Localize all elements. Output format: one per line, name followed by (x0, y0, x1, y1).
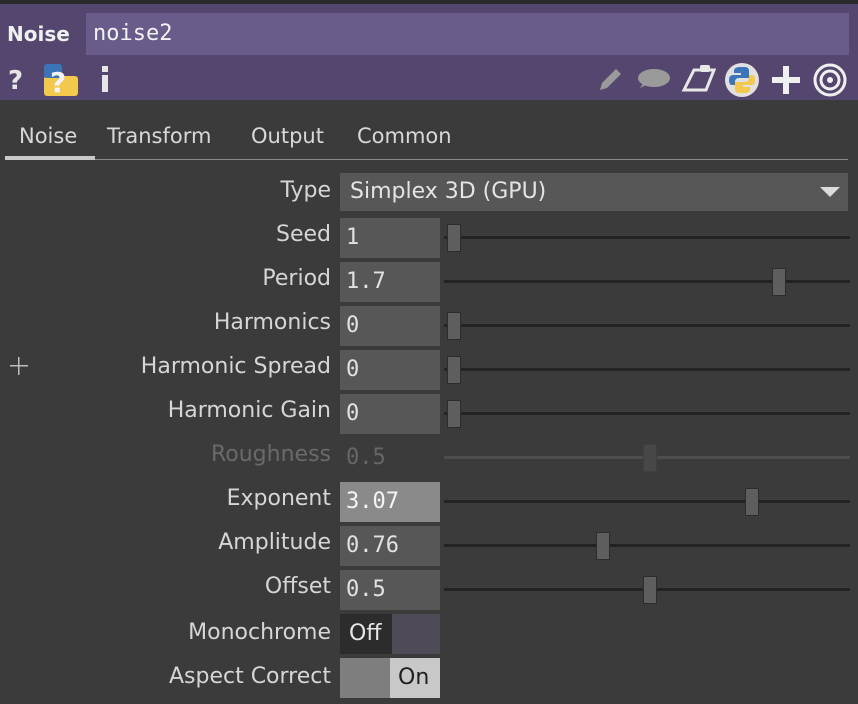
tab-noise[interactable]: Noise (19, 124, 77, 148)
param-amplitude-row: Amplitude 0.76 (0, 522, 858, 566)
param-period-row: Period 1.7 (0, 258, 858, 302)
exponent-field[interactable]: 3.07 (340, 482, 440, 522)
param-aspect-correct-row: Aspect Correct On (0, 656, 858, 700)
monochrome-toggle-knob (392, 614, 440, 654)
roughness-field: 0.5 (340, 438, 440, 478)
param-harmonic-spread-label: Harmonic Spread (140, 354, 331, 379)
harmonic-spread-field[interactable]: 0 (340, 350, 440, 390)
param-monochrome-row: Monochrome Off (0, 612, 858, 656)
type-dropdown-value: Simplex 3D (GPU) (350, 179, 547, 204)
exponent-slider-handle[interactable] (744, 488, 759, 516)
harmonic-gain-slider-track[interactable] (444, 412, 850, 415)
chevron-down-icon (820, 187, 840, 197)
harmonic-spread-slider-handle[interactable] (447, 356, 461, 384)
period-slider-handle[interactable] (772, 268, 787, 296)
param-harmonic-gain-row: Harmonic Gain 0 (0, 390, 858, 434)
tabs-divider (5, 159, 848, 160)
param-harmonic-spread-row: Harmonic Spread 0 (0, 346, 858, 390)
harmonic-spread-slider-track[interactable] (444, 368, 850, 371)
amplitude-field[interactable]: 0.76 (340, 526, 440, 566)
param-amplitude-label: Amplitude (218, 530, 331, 555)
harmonic-gain-field[interactable]: 0 (340, 394, 440, 434)
param-harmonics-label: Harmonics (213, 310, 331, 335)
monochrome-toggle-state: Off (340, 614, 392, 654)
period-slider-track[interactable] (444, 280, 850, 283)
param-harmonic-gain-label: Harmonic Gain (167, 398, 331, 423)
harmonic-gain-slider-handle[interactable] (447, 400, 461, 428)
param-aspect-correct-label: Aspect Correct (168, 664, 331, 689)
tab-common[interactable]: Common (357, 124, 452, 148)
roughness-slider-handle (643, 444, 657, 472)
offset-slider-handle[interactable] (643, 576, 657, 604)
aspect-correct-toggle[interactable]: On (340, 658, 440, 698)
seed-slider-handle[interactable] (447, 224, 461, 252)
operator-name-field[interactable]: noise2 (86, 13, 849, 55)
param-seed-label: Seed (276, 222, 331, 247)
param-type-label: Type (280, 178, 331, 203)
seed-field[interactable]: 1 (340, 218, 440, 258)
type-dropdown[interactable]: Simplex 3D (GPU) (340, 173, 848, 211)
param-offset-row: Offset 0.5 (0, 566, 858, 610)
aspect-correct-toggle-knob (340, 658, 390, 698)
amplitude-slider-handle[interactable] (595, 532, 610, 560)
pencil-icon[interactable] (596, 66, 624, 94)
exponent-slider-track[interactable] (444, 500, 850, 503)
period-field[interactable]: 1.7 (340, 262, 440, 302)
help-icon[interactable]: ? (6, 64, 28, 94)
svg-text:?: ? (8, 66, 23, 94)
param-harmonics-row: Harmonics 0 (0, 302, 858, 346)
param-seed-row: Seed 1 (0, 214, 858, 258)
harmonics-field[interactable]: 0 (340, 306, 440, 346)
active-tab-indicator (5, 156, 95, 160)
tab-transform[interactable]: Transform (107, 124, 211, 148)
aspect-correct-toggle-state: On (390, 658, 440, 698)
info-icon[interactable] (98, 64, 112, 94)
amplitude-slider-track[interactable] (444, 544, 850, 547)
offset-field[interactable]: 0.5 (340, 570, 440, 610)
harmonics-slider-handle[interactable] (447, 312, 461, 340)
operator-type-label: Noise (7, 22, 70, 46)
operator-help-icon[interactable]: ? (42, 62, 80, 98)
param-offset-label: Offset (264, 574, 331, 599)
harmonics-slider-track[interactable] (444, 324, 850, 327)
parameter-tabs: Noise Transform Output Common (0, 110, 858, 162)
clipboard-icon[interactable] (680, 62, 718, 96)
operator-header: Noise noise2 ? ? (0, 0, 858, 100)
svg-text:?: ? (50, 66, 66, 98)
monochrome-toggle[interactable]: Off (340, 614, 440, 654)
seed-slider-track[interactable] (444, 236, 850, 239)
comment-icon[interactable] (634, 66, 672, 94)
param-exponent-label: Exponent (226, 486, 331, 511)
param-period-label: Period (262, 266, 331, 291)
param-roughness-row: Roughness 0.5 (0, 434, 858, 478)
param-monochrome-label: Monochrome (188, 620, 331, 645)
param-roughness-label: Roughness (210, 442, 331, 467)
tab-output[interactable]: Output (251, 124, 324, 148)
param-exponent-row: Exponent 3.07 (0, 478, 858, 522)
python-icon[interactable] (724, 62, 760, 98)
plus-icon[interactable] (770, 64, 802, 96)
target-icon[interactable] (812, 62, 848, 98)
